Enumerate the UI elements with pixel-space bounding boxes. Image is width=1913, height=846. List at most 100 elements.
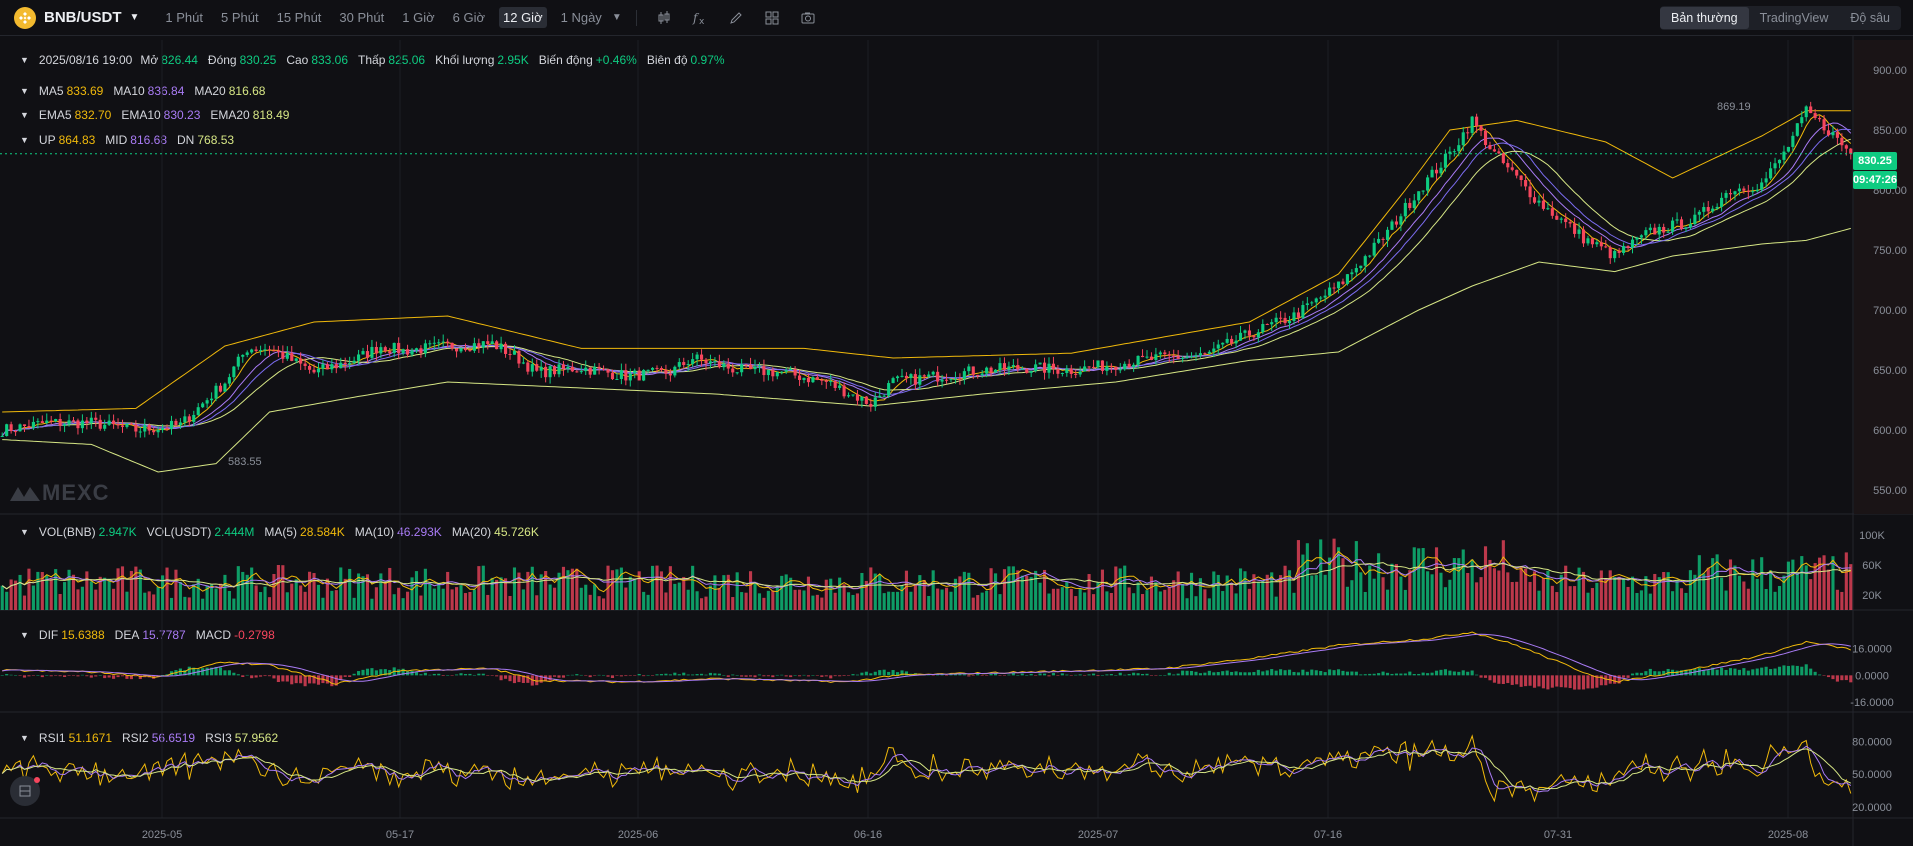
candle-body-59 [263, 349, 267, 351]
macd-bar-161 [717, 673, 721, 676]
candle-body-90 [401, 349, 405, 354]
candle-body-263 [1172, 355, 1176, 357]
candle-body-146 [650, 367, 655, 370]
candle-body-390 [1737, 188, 1741, 192]
volume-bar-293 [1305, 543, 1309, 610]
macd-bar-128 [570, 674, 574, 676]
candle-body-78 [348, 362, 352, 365]
macd-bar-130 [579, 674, 583, 676]
macd-bar-178 [793, 675, 797, 676]
volume-bar-331 [1475, 582, 1479, 610]
candle-body-67 [299, 358, 303, 364]
candle-body-215 [958, 378, 962, 380]
volume-bar-309 [1377, 553, 1381, 610]
candle-body-396 [1764, 178, 1768, 183]
volume-bar-35 [156, 586, 160, 610]
candle-body-69 [308, 365, 312, 370]
volume-bar-101 [450, 589, 454, 610]
candle-body-110 [490, 341, 494, 344]
candle-body-257 [1145, 356, 1149, 358]
candle-body-360 [1604, 246, 1608, 248]
candle-body-101 [450, 342, 454, 349]
macd-bar-319 [1421, 672, 1425, 676]
candle-body-398 [1773, 163, 1777, 169]
candle-body-196 [873, 397, 877, 407]
date-tick-3: 06-16 [854, 829, 882, 841]
macd-bar-13 [58, 675, 62, 677]
volume-bar-100 [446, 571, 450, 610]
candle-body-300 [1336, 281, 1341, 289]
candle-body-283 [1261, 324, 1265, 333]
candle-body-64 [285, 353, 289, 359]
macd-bar-412 [1835, 675, 1839, 682]
macd-bar-81 [361, 669, 365, 676]
macd-bar-190 [846, 675, 851, 676]
candle-body-97 [432, 342, 436, 344]
volume-bar-109 [486, 594, 490, 610]
volume-bar-207 [922, 579, 926, 610]
candle-body-108 [481, 341, 485, 348]
kline-chart[interactable]: 900.00850.00800.00750.00700.00650.00600.… [0, 0, 1913, 846]
macd-bar-294 [1310, 669, 1314, 676]
volume-bar-368 [1639, 590, 1643, 610]
candle-body-322 [1434, 169, 1439, 174]
candle-body-349 [1555, 215, 1559, 220]
macd-bar-284 [1265, 670, 1269, 676]
volume-bar-354 [1577, 567, 1581, 610]
macd-bar-188 [838, 675, 842, 677]
macd-bar-391 [1742, 668, 1746, 676]
candle-body-403 [1795, 123, 1799, 136]
macd-bar-401 [1786, 665, 1790, 676]
watermark-text: MEXC [42, 480, 110, 505]
macd-bar-107 [477, 673, 481, 676]
candle-body-123 [548, 366, 552, 378]
volume-bar-339 [1510, 582, 1514, 610]
candle-body-26 [116, 424, 120, 426]
candle-body-103 [459, 348, 463, 352]
volume-bar-47 [210, 584, 214, 610]
volume-bar-14 [63, 582, 67, 610]
candle-body-54 [241, 354, 245, 357]
macd-bar-61 [272, 675, 276, 679]
volume-bar-144 [642, 591, 646, 610]
volume-bar-218 [971, 597, 975, 610]
macd-bar-403 [1795, 665, 1799, 676]
candle-body-308 [1372, 242, 1376, 256]
countdown-badge: 09:47:26 [1853, 171, 1897, 189]
candle-body-216 [962, 371, 966, 379]
volume-bar-296 [1319, 539, 1323, 610]
mexc-watermark: MEXC [8, 480, 110, 506]
candle-body-281 [1252, 335, 1256, 338]
volume-bar-406 [1809, 579, 1813, 610]
volume-bar-353 [1573, 586, 1577, 610]
volume-bar-199 [887, 591, 891, 610]
volume-bar-210 [936, 588, 940, 610]
candle-body-175 [780, 371, 784, 373]
macd-bar-146 [650, 675, 655, 676]
macd-bar-126 [561, 675, 566, 678]
macd-bar-216 [962, 674, 966, 676]
volume-bar-262 [1167, 587, 1171, 610]
candle-body-400 [1782, 151, 1786, 160]
macd-bar-263 [1172, 674, 1176, 676]
volume-bar-334 [1488, 559, 1492, 610]
volume-bar-153 [682, 576, 686, 610]
candle-body-156 [695, 354, 699, 360]
macd-bar-310 [1381, 671, 1385, 676]
macd-bar-138 [615, 675, 619, 676]
candle-body-203 [904, 375, 909, 379]
candle-body-56 [250, 349, 254, 353]
candle-body-340 [1515, 169, 1519, 176]
candle-body-294 [1310, 302, 1314, 304]
volume-bar-315 [1403, 589, 1407, 610]
candle-body-336 [1497, 151, 1501, 154]
volume-bar-98 [437, 582, 441, 610]
macd-bar-354 [1577, 675, 1581, 690]
macd-bar-113 [504, 675, 508, 679]
volume-bar-7 [31, 585, 35, 610]
price-tick-5: 650.00 [1873, 365, 1907, 377]
volume-bar-277 [1234, 593, 1238, 610]
vol-tick-2: 20K [1862, 590, 1882, 602]
macd-bar-246 [1096, 675, 1100, 677]
volume-bar-226 [1007, 566, 1011, 610]
